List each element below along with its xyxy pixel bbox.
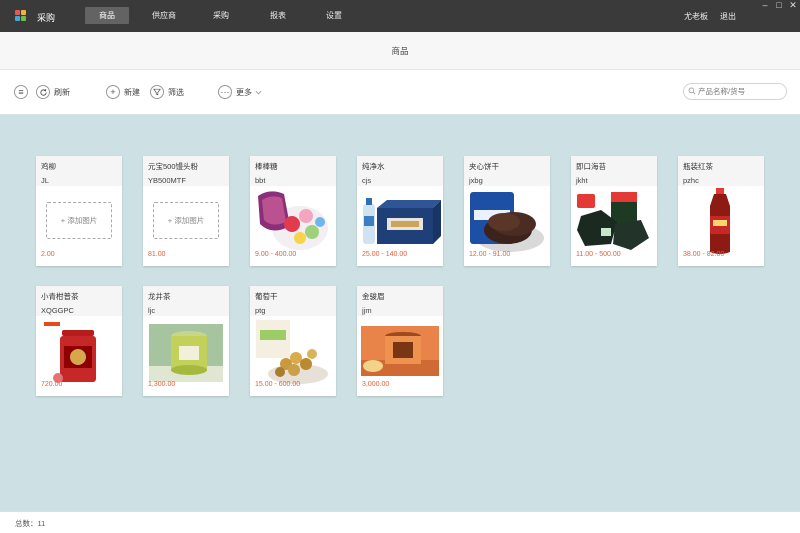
maximize-icon[interactable]: □ [772,0,786,10]
nav-tab-purchase[interactable]: 采购 [199,7,243,24]
nav-tab-reports[interactable]: 报表 [256,7,300,24]
product-name: 瓶装红茶 [683,162,713,171]
product-price: 3,000.00 [362,381,390,388]
product-code: YB500MTF [148,176,186,185]
product-price: 9.00 - 400.00 [255,251,297,258]
user-name[interactable]: 尤老板 [684,11,708,22]
lollipop-image [258,191,328,250]
chevron-down-icon [255,90,262,94]
product-code: ljc [148,306,156,315]
product-name: 棒棒糖 [255,162,278,171]
water-image [363,198,441,244]
new-button[interactable]: + 新建 [106,84,140,100]
logout-link[interactable]: 退出 [720,11,736,22]
product-card[interactable]: 鸡柳 JL + 添加图片 2.00 [36,156,122,266]
product-card[interactable]: 棒棒糖 bbt 9.00 - 400.00 [250,156,336,266]
product-price: 720.00 [41,381,63,388]
filter-button[interactable]: 筛选 [150,84,184,100]
minimize-icon[interactable]: – [758,0,772,10]
product-code: XQGGPC [41,306,74,315]
tea-can-image [44,322,96,383]
product-card[interactable]: 瓶装红茶 pzhc 38.00 - 82.00 [678,156,764,266]
product-name: 鸡柳 [41,162,56,171]
nav-tab-products[interactable]: 商品 [85,7,129,24]
product-price: 38.00 - 82.00 [683,251,725,258]
filter-label: 筛选 [168,87,184,97]
nav-tab-settings[interactable]: 设置 [312,7,356,24]
close-icon[interactable]: ✕ [786,0,800,10]
product-price: 11.00 - 500.00 [576,251,621,258]
more-button[interactable]: ··· 更多 [218,84,262,100]
product-name: 元宝500馒头粉 [148,162,199,171]
product-price: 25.00 - 140.00 [362,251,408,258]
green-tea-can-image [149,324,223,382]
product-image-area: + 添加图片 [36,186,122,258]
product-code: jjm [362,306,372,315]
plus-icon: + [106,85,120,99]
product-name: 金骏眉 [362,292,385,301]
product-card[interactable]: 小青柑普茶 XQGGPC 720.00 [36,286,122,396]
refresh-label: 刷新 [54,87,70,97]
product-price: 81.00 [148,251,166,258]
status-bar: 总数：11 [0,511,800,533]
search-input[interactable] [683,83,787,100]
product-card[interactable]: 元宝500馒头粉 YB500MTF + 添加图片 81.00 [143,156,229,266]
product-name: 即口海苔 [576,162,606,171]
product-code: ptg [255,306,266,315]
product-code: pzhc [683,176,699,185]
product-card[interactable]: 即口海苔 jkht 11.00 - 500.00 [571,156,657,266]
search-icon [688,87,696,95]
raisin-image [256,320,328,384]
product-name: 龙井茶 [148,292,171,301]
filter-icon [150,85,164,99]
product-card[interactable]: 葡萄干 ptg 15.00 - 600.00 [250,286,336,396]
product-name: 夹心饼干 [469,162,499,171]
top-nav-bar: 采购 商品 供应商 采购 报表 设置 尤老板 退出 – □ ✕ [0,0,800,32]
add-image-button[interactable]: + 添加图片 [153,202,219,239]
menu-button[interactable]: ≡ [14,84,32,100]
product-code: JL [41,176,49,185]
product-card[interactable]: 夹心饼干 jxbg 12.00 - 91.00 [464,156,550,266]
page-header: 商品 [0,32,800,70]
product-price: 12.00 - 91.00 [469,251,511,258]
black-tea-image [361,326,439,376]
page-title: 商品 [391,46,409,56]
more-label: 更多 [236,87,252,97]
refresh-button[interactable]: 刷新 [36,84,70,100]
cookie-image [470,192,544,252]
product-name: 纯净水 [362,162,385,171]
add-image-button[interactable]: + 添加图片 [46,202,112,239]
toolbar: ≡ 刷新 + 新建 筛选 ··· 更多 [0,70,800,115]
product-code: bbt [255,176,266,185]
menu-icon: ≡ [14,85,28,99]
refresh-icon [36,85,50,99]
product-card[interactable]: 金骏眉 jjm 3,000.00 [357,286,443,396]
product-price: 2.00 [41,251,55,258]
app-logo-icon [15,10,27,22]
product-name: 葡萄干 [255,292,278,301]
product-code: jxbg [469,176,483,185]
total-count: 总数：11 [15,519,46,528]
product-card[interactable]: 纯净水 cjs 25.00 - 140.00 [357,156,443,266]
seaweed-image [577,192,649,250]
nav-tab-suppliers[interactable]: 供应商 [142,7,186,24]
product-code: jkht [576,176,588,185]
product-card[interactable]: 龙井茶 ljc 1,300.00 [143,286,229,396]
product-price: 15.00 - 600.00 [255,381,301,388]
product-image-area: + 添加图片 [143,186,229,258]
tea-bottle-image [710,188,730,254]
product-name: 小青柑普茶 [41,292,79,301]
more-icon: ··· [218,85,232,99]
app-title: 采购 [37,13,56,23]
product-code: cjs [362,176,372,185]
product-price: 1,300.00 [148,381,176,388]
new-label: 新建 [124,87,140,97]
